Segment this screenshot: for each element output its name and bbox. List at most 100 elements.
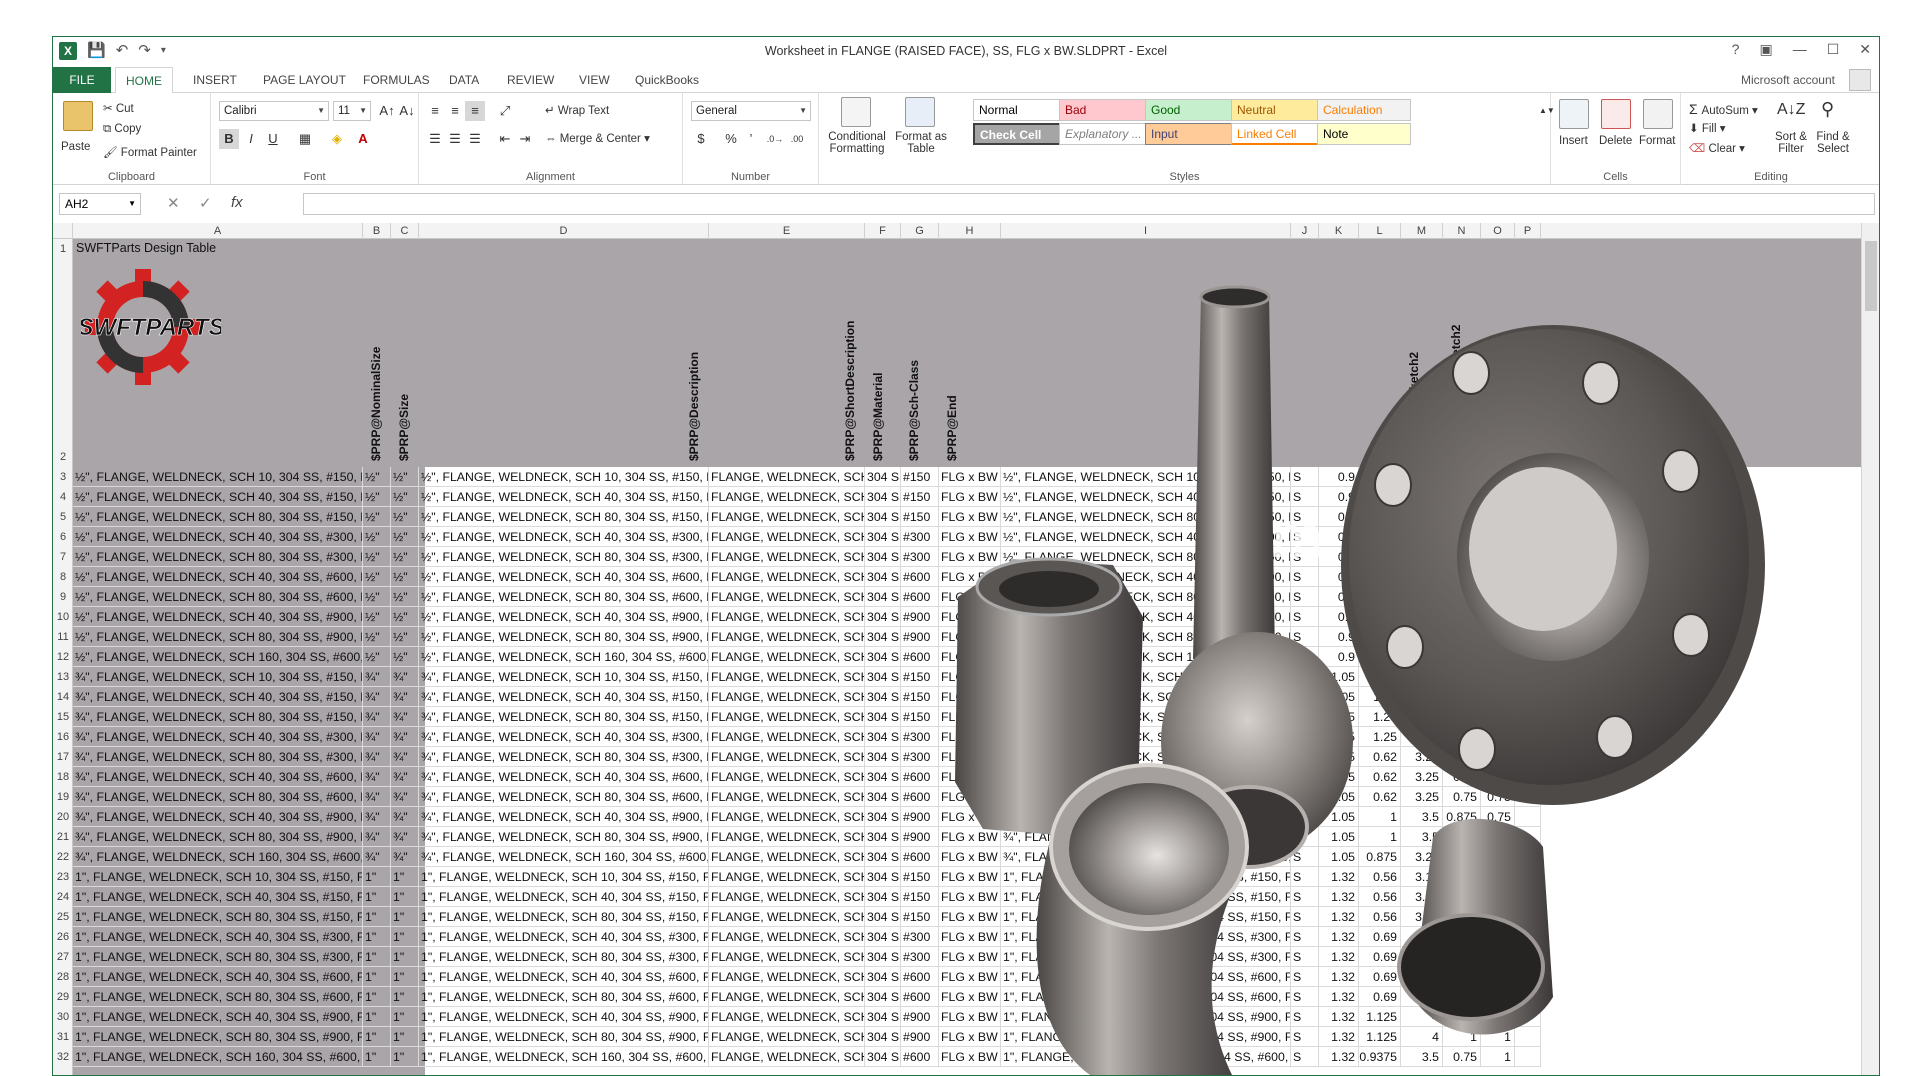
table-cell[interactable]: ¾" bbox=[391, 667, 419, 687]
row-header[interactable]: 32 bbox=[53, 1047, 73, 1067]
table-cell[interactable]: 304 SS bbox=[865, 647, 901, 667]
align-top-icon[interactable]: ≡ bbox=[425, 101, 445, 121]
row-header[interactable]: 9 bbox=[53, 587, 73, 607]
formula-input[interactable] bbox=[303, 193, 1875, 215]
table-cell[interactable]: FLG x BW bbox=[939, 547, 1001, 567]
row-header[interactable]: 11 bbox=[53, 627, 73, 647]
table-cell[interactable]: 1" bbox=[391, 1027, 419, 1047]
table-cell[interactable]: ½", FLANGE, WELDNECK, SCH 40, 304 SS, #6… bbox=[419, 567, 709, 587]
table-cell[interactable]: 1" bbox=[391, 947, 419, 967]
style-linked-cell[interactable]: Linked Cell bbox=[1231, 123, 1325, 145]
table-cell[interactable]: S bbox=[1291, 767, 1319, 787]
table-cell[interactable]: FLG x BW bbox=[939, 727, 1001, 747]
row-header[interactable]: 15 bbox=[53, 707, 73, 727]
table-cell[interactable]: 1.32 bbox=[1319, 987, 1359, 1007]
table-cell[interactable]: ¾" bbox=[391, 807, 419, 827]
ribbon-display-button[interactable]: ▣ bbox=[1759, 41, 1772, 58]
property-header[interactable]: $PRP@Description bbox=[687, 239, 701, 461]
table-cell[interactable]: 304 SS bbox=[865, 467, 901, 487]
sort-filter-button[interactable]: Sort & Filter bbox=[1771, 131, 1811, 155]
column-header-g[interactable]: G bbox=[901, 223, 939, 239]
table-cell[interactable]: 1.25 bbox=[1359, 687, 1401, 707]
table-cell[interactable] bbox=[1515, 927, 1541, 947]
table-cell[interactable]: #900 bbox=[901, 827, 939, 847]
table-cell[interactable]: 1.32 bbox=[1319, 947, 1359, 967]
table-cell[interactable]: 4 bbox=[1401, 1007, 1443, 1027]
table-cell[interactable]: 0.75 bbox=[1443, 687, 1481, 707]
table-cell[interactable]: ½" bbox=[391, 607, 419, 627]
table-cell[interactable]: FLG x BW bbox=[939, 647, 1001, 667]
table-cell[interactable]: 304 SS bbox=[865, 527, 901, 547]
table-cell[interactable]: FLG x BW bbox=[939, 1047, 1001, 1067]
table-cell[interactable]: S bbox=[1291, 1027, 1319, 1047]
table-cell[interactable]: 0.56 bbox=[1359, 907, 1401, 927]
table-cell[interactable]: #900 bbox=[901, 627, 939, 647]
row-header[interactable]: 28 bbox=[53, 967, 73, 987]
table-cell[interactable]: ¾", FLANGE, WELDNECK, SCH 80, 304 SS, #1… bbox=[1001, 707, 1291, 727]
table-cell[interactable]: FLG x BW bbox=[939, 887, 1001, 907]
table-cell[interactable]: 3.25 bbox=[1401, 847, 1443, 867]
table-cell[interactable]: 0.5 bbox=[1481, 647, 1515, 667]
table-cell[interactable]: 304 SS bbox=[865, 1007, 901, 1027]
table-cell[interactable] bbox=[1515, 747, 1541, 767]
table-cell[interactable]: 3.5 bbox=[1401, 987, 1443, 1007]
property-header[interactable]: $PRP@Sch-Class bbox=[907, 239, 921, 461]
table-cell[interactable]: 1.32 bbox=[1319, 967, 1359, 987]
table-cell[interactable] bbox=[1515, 947, 1541, 967]
table-cell[interactable]: 304 SS bbox=[865, 1047, 901, 1067]
column-header-f[interactable]: F bbox=[865, 223, 901, 239]
tab-data[interactable]: DATA bbox=[439, 67, 489, 93]
table-cell[interactable]: ½" bbox=[363, 567, 391, 587]
table-cell[interactable]: 0.56 bbox=[1359, 867, 1401, 887]
table-cell[interactable]: 3.12 bbox=[1401, 867, 1443, 887]
table-cell[interactable]: 0.62 bbox=[1443, 867, 1481, 887]
shrink-font-icon[interactable]: A↓ bbox=[397, 101, 417, 121]
table-cell[interactable]: S bbox=[1291, 867, 1319, 887]
table-cell[interactable]: 0.9 bbox=[1319, 647, 1359, 667]
row-header[interactable]: 19 bbox=[53, 787, 73, 807]
table-cell[interactable]: 0.7 bbox=[1481, 767, 1515, 787]
table-cell[interactable]: 1.25 bbox=[1359, 647, 1401, 667]
table-cell[interactable]: 0.69 bbox=[1359, 967, 1401, 987]
table-cell[interactable]: 0.5 bbox=[1443, 467, 1481, 487]
table-cell[interactable]: 1", FLANGE, WELDNECK, SCH 80, 304 SS, #1… bbox=[419, 907, 709, 927]
table-cell[interactable]: ½" bbox=[391, 627, 419, 647]
style-good[interactable]: Good bbox=[1145, 99, 1239, 121]
table-cell[interactable]: ¾" bbox=[363, 767, 391, 787]
table-cell[interactable]: S bbox=[1291, 927, 1319, 947]
copy-button[interactable]: ⧉ Copy bbox=[103, 123, 141, 136]
tab-view[interactable]: VIEW bbox=[569, 67, 620, 93]
table-cell[interactable]: FLANGE, WELDNECK, SCH 80 bbox=[709, 827, 865, 847]
table-cell[interactable]: 0.5 bbox=[1481, 567, 1515, 587]
table-row-label[interactable]: ¾", FLANGE, WELDNECK, SCH 40, 304 SS, #6… bbox=[73, 767, 363, 787]
table-cell[interactable]: 1" bbox=[391, 967, 419, 987]
table-cell[interactable]: FLANGE, WELDNECK, SCH 40 bbox=[709, 567, 865, 587]
table-cell[interactable]: #150 bbox=[901, 507, 939, 527]
table-cell[interactable]: ¾", FLANGE, WELDNECK, SCH 40, 304 SS, #1… bbox=[419, 687, 709, 707]
table-cell[interactable]: 304 SS bbox=[865, 887, 901, 907]
table-cell[interactable]: 1", FLANGE, WELDNECK, SCH 40, 304 SS, #1… bbox=[1001, 887, 1291, 907]
table-cell[interactable]: 1", FLANGE, WELDNECK, SCH 80, 304 SS, #1… bbox=[1001, 907, 1291, 927]
table-cell[interactable] bbox=[1515, 1027, 1541, 1047]
table-cell[interactable]: ½" bbox=[391, 587, 419, 607]
row-header[interactable]: 29 bbox=[53, 987, 73, 1007]
tab-quickbooks[interactable]: QuickBooks bbox=[625, 67, 709, 93]
table-cell[interactable]: ¾", FLANGE, WELDNECK, SCH 80, 304 SS, #9… bbox=[419, 827, 709, 847]
table-cell[interactable]: 304 SS bbox=[865, 627, 901, 647]
tab-formulas[interactable]: FORMULAS bbox=[353, 67, 440, 93]
select-all-corner[interactable] bbox=[53, 223, 73, 239]
table-cell[interactable]: FLG x BW bbox=[939, 667, 1001, 687]
table-cell[interactable]: ½" bbox=[363, 647, 391, 667]
table-row-label[interactable]: ½", FLANGE, WELDNECK, SCH 80, 304 SS, #6… bbox=[73, 587, 363, 607]
table-cell[interactable]: S bbox=[1291, 947, 1319, 967]
table-cell[interactable]: 0.7 bbox=[1481, 747, 1515, 767]
table-cell[interactable]: FLG x BW bbox=[939, 787, 1001, 807]
style-normal[interactable]: Normal bbox=[973, 99, 1067, 121]
increase-indent-icon[interactable]: ⇥ bbox=[515, 129, 535, 149]
table-cell[interactable]: 0.75 bbox=[1443, 947, 1481, 967]
orientation-icon[interactable]: ⤢ bbox=[495, 101, 515, 121]
table-cell[interactable]: S bbox=[1291, 547, 1319, 567]
table-cell[interactable]: 1 bbox=[1481, 887, 1515, 907]
table-cell[interactable]: 0.5 bbox=[1481, 627, 1515, 647]
table-cell[interactable]: ¾" bbox=[391, 847, 419, 867]
